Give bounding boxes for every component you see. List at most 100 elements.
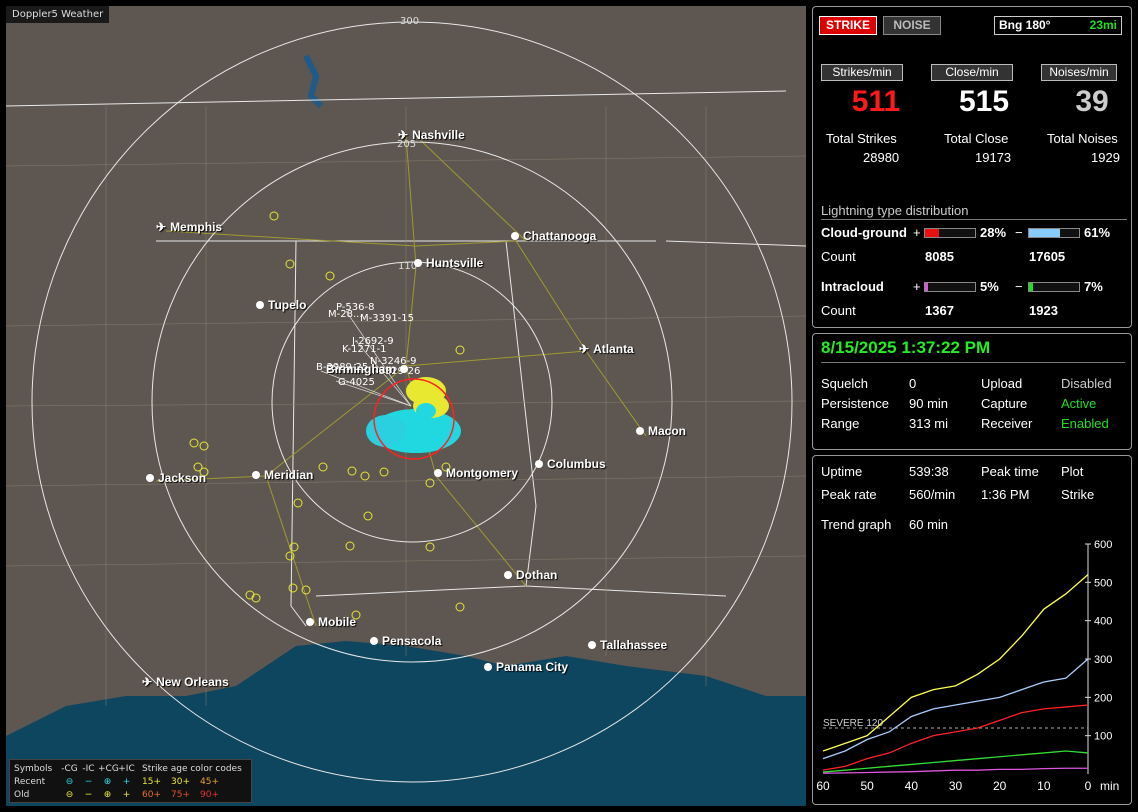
- cg-positive-bar: [924, 228, 976, 238]
- x-tick-label: 50: [860, 779, 874, 793]
- age-code: 75+: [171, 789, 190, 800]
- plot-value[interactable]: Strike: [1061, 487, 1094, 502]
- airport-icon: ✈: [398, 128, 409, 142]
- y-tick-label: 100: [1094, 731, 1112, 743]
- city-tupelo: Tupelo: [256, 298, 306, 312]
- uptime-label: Uptime: [821, 464, 863, 479]
- city-dot-icon: [504, 571, 512, 579]
- receiver-label[interactable]: Receiver: [981, 416, 1032, 431]
- minus-sign: −: [1015, 225, 1023, 240]
- plus-sign: +: [913, 279, 921, 294]
- bar-fill: [1029, 229, 1060, 237]
- legend-col-header: -IC: [82, 763, 95, 774]
- y-tick-label: 600: [1094, 539, 1112, 551]
- legend-col-header: -CG: [61, 763, 78, 774]
- minus-cg-old-icon: ⊖: [65, 789, 74, 800]
- storm-tag[interactable]: G-4025: [338, 377, 375, 389]
- bearing-display: Bng 180° 23mi: [994, 16, 1122, 35]
- upload-value: Disabled: [1061, 376, 1112, 391]
- age-code: 45+: [200, 776, 219, 787]
- city-montgomery: Montgomery: [434, 466, 518, 480]
- close-per-min-value: 515: [958, 85, 1010, 118]
- noise-button[interactable]: NOISE: [883, 16, 941, 35]
- x-unit-label: min: [1100, 779, 1119, 793]
- cg-count-label: Count: [821, 249, 856, 264]
- city-jackson: Jackson: [146, 471, 206, 485]
- range-ring-label-300: 300: [400, 16, 420, 27]
- datetime: 8/15/2025 1:37:22 PM: [821, 338, 991, 357]
- ic-positive-pct: 5%: [980, 279, 999, 294]
- ic-negative-pct: 7%: [1084, 279, 1103, 294]
- bar-fill: [925, 283, 928, 291]
- total-noises-label: Total Noises: [1047, 131, 1118, 146]
- city-meridian: Meridian: [252, 468, 313, 482]
- minus-sign: −: [1015, 279, 1023, 294]
- noises-per-min-header[interactable]: Noises/min: [1041, 64, 1117, 81]
- storm-cells: [366, 377, 461, 460]
- plot-label: Plot: [1061, 464, 1084, 479]
- intracloud-label: Intracloud: [821, 279, 884, 294]
- y-tick-label: 200: [1094, 692, 1112, 704]
- legend-col-header: +IC: [118, 763, 135, 774]
- city-pensacola: Pensacola: [370, 634, 441, 648]
- storm-tag[interactable]: M-3391-15: [360, 313, 414, 325]
- plus-cg-recent-icon: ⊕: [103, 776, 112, 787]
- distance-value: 23mi: [1089, 18, 1117, 32]
- distribution-title: Lightning type distribution: [821, 203, 969, 218]
- severe-threshold-label: SEVERE 120: [823, 718, 883, 729]
- storm-tag[interactable]: K-1271-1: [342, 344, 387, 356]
- city-dothan: Dothan: [504, 568, 557, 582]
- capture-label[interactable]: Capture: [981, 396, 1027, 411]
- ic-positive-count: 1367: [925, 303, 954, 318]
- total-strikes-value: 28980: [863, 150, 900, 165]
- age-code: 60+: [142, 789, 161, 800]
- app-title: Doppler5 Weather: [6, 6, 110, 23]
- storm-tag[interactable]: I-3329-26: [372, 366, 420, 378]
- close-per-min-header[interactable]: Close/min: [931, 64, 1013, 81]
- storm-tag[interactable]: M-28...: [328, 309, 363, 321]
- legend-symbols-label: Symbols: [14, 763, 53, 774]
- minus-ic-old-icon: −: [84, 789, 93, 800]
- x-tick-label: 60: [816, 779, 830, 793]
- city-chattanooga: Chattanooga: [511, 229, 596, 243]
- bar-fill: [925, 229, 939, 237]
- cg-negative-count: 17605: [1029, 249, 1066, 264]
- y-tick-label: 500: [1094, 577, 1112, 589]
- ic-negative-count: 1923: [1029, 303, 1058, 318]
- city-huntsville: Huntsville: [414, 256, 483, 270]
- divider: [821, 219, 1127, 220]
- trend-panel: Uptime 539:38 Peak time Plot Peak rate 5…: [812, 455, 1132, 805]
- trend-graph-value[interactable]: 60 min: [909, 517, 948, 532]
- lightning-map[interactable]: Doppler5 Weather 300 205 110 ✈ Nashville …: [6, 6, 806, 806]
- x-tick-label: 40: [905, 779, 919, 793]
- ic-count-label: Count: [821, 303, 856, 318]
- persistence-value: 90 min: [909, 396, 949, 411]
- total-close-value: 19173: [975, 150, 1012, 165]
- storm-tag[interactable]: B-3989-25: [316, 362, 368, 374]
- squelch-label[interactable]: Squelch: [821, 376, 868, 391]
- persistence-label[interactable]: Persistence: [821, 396, 889, 411]
- city-memphis: ✈ Memphis: [156, 220, 223, 234]
- city-dot-icon: [370, 637, 378, 645]
- city-macon: Macon: [636, 424, 686, 438]
- strikes-per-min-value: 511: [851, 85, 901, 118]
- city-dot-icon: [252, 471, 260, 479]
- cloud-ground-label: Cloud-ground: [821, 225, 907, 240]
- range-label[interactable]: Range: [821, 416, 859, 431]
- uptime-value: 539:38: [909, 464, 949, 479]
- city-dot-icon: [146, 474, 154, 482]
- x-tick-label: 10: [1037, 779, 1051, 793]
- minus-ic-recent-icon: −: [84, 776, 93, 787]
- plus-sign: +: [913, 225, 921, 240]
- plus-ic-old-icon: +: [122, 789, 131, 800]
- map-legend: Symbols -CG -IC +CG +IC Strike age color…: [9, 759, 252, 803]
- age-code: 30+: [171, 776, 190, 787]
- strike-button[interactable]: STRIKE: [819, 16, 877, 35]
- strikes-per-min-header[interactable]: Strikes/min: [821, 64, 903, 81]
- upload-label[interactable]: Upload: [981, 376, 1022, 391]
- x-tick-label: 0: [1085, 779, 1092, 793]
- divider: [821, 362, 1125, 363]
- map-canvas: [6, 21, 806, 806]
- legend-age-header: Strike age color codes: [142, 763, 242, 774]
- trend-graph-label: Trend graph: [821, 517, 892, 532]
